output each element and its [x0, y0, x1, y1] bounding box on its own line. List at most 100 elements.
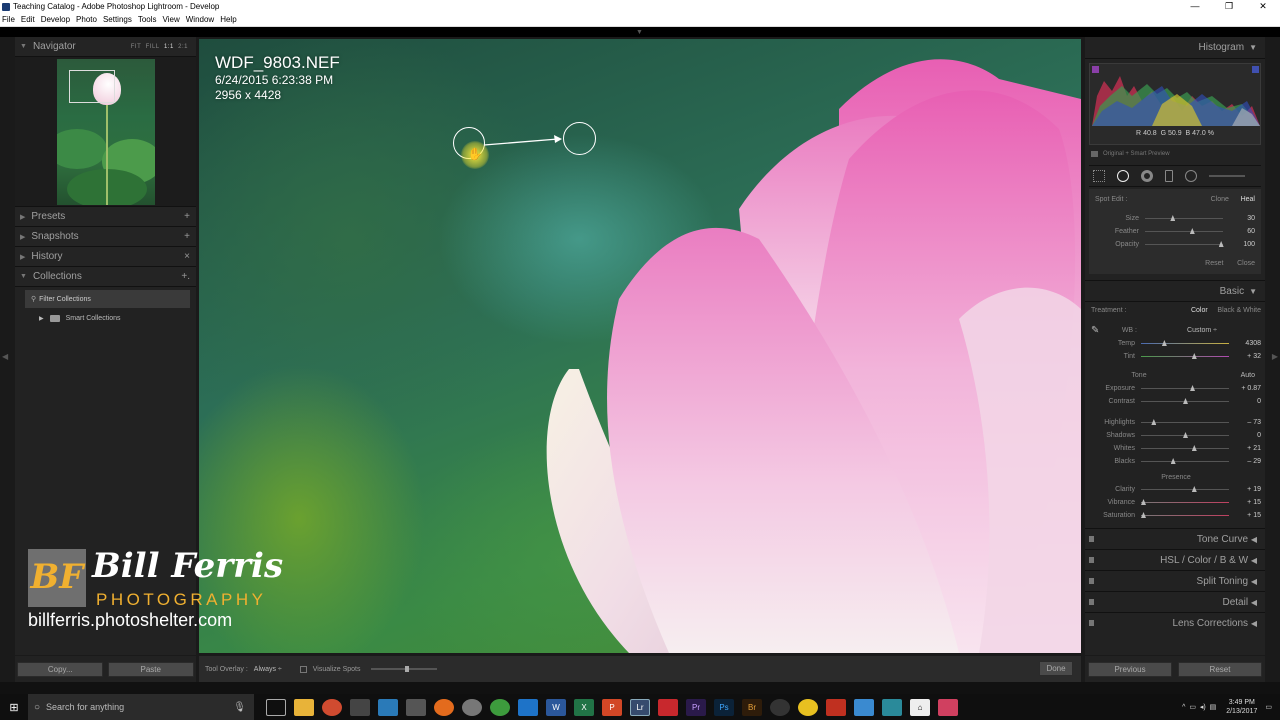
slider-thumb[interactable]	[1183, 432, 1188, 438]
size-slider[interactable]: Size 30	[1095, 212, 1255, 225]
taskbar-search[interactable]: ○ Search for anything 🎙	[28, 694, 254, 720]
collections-header[interactable]: ▼ Collections +.	[15, 267, 196, 287]
slider-value[interactable]: 30	[1231, 215, 1255, 222]
histogram-header[interactable]: Histogram ▼	[1085, 37, 1265, 59]
treatment-color[interactable]: Color	[1191, 307, 1208, 314]
basic-header[interactable]: Basic ▼	[1085, 280, 1265, 302]
menu-develop[interactable]: Develop	[39, 15, 74, 24]
cloud-app-icon[interactable]	[322, 698, 342, 716]
lightroom-icon[interactable]: Lr	[630, 698, 650, 716]
aperture-app-icon[interactable]	[770, 698, 790, 716]
maximize-button[interactable]: ❐	[1212, 0, 1246, 13]
right-panel-edge[interactable]: ▶	[1266, 37, 1280, 682]
photos-app-icon[interactable]	[938, 698, 958, 716]
slider-value[interactable]: 0	[1237, 432, 1261, 439]
filmstrip-toggle[interactable]	[0, 682, 1280, 694]
tool-overlay-select[interactable]: Always ÷	[254, 666, 282, 673]
photoshop-icon[interactable]: Ps	[714, 698, 734, 716]
previous-button[interactable]: Previous	[1088, 661, 1172, 677]
network-icon[interactable]: ▭	[1189, 703, 1196, 711]
menu-photo[interactable]: Photo	[74, 15, 101, 24]
slider-value[interactable]: – 73	[1237, 419, 1261, 426]
panel-switch-icon[interactable]	[1089, 620, 1094, 626]
wb-select[interactable]: Custom ÷	[1143, 327, 1261, 334]
spot-source-circle[interactable]	[563, 122, 596, 155]
navigator-preview[interactable]	[15, 57, 196, 207]
slider-thumb[interactable]	[1190, 385, 1196, 391]
tint-slider[interactable]: Tint + 32	[1091, 350, 1261, 363]
saturation-slider[interactable]: Saturation + 15	[1091, 509, 1261, 522]
quill-app-icon[interactable]	[882, 698, 902, 716]
histogram[interactable]: R 40.8 G 50.9 B 47.0 %	[1089, 63, 1261, 145]
clear-history-button[interactable]: ×	[184, 251, 190, 262]
clone-button[interactable]: Clone	[1211, 196, 1229, 203]
add-snapshot-button[interactable]: +	[184, 231, 190, 242]
eyedropper-icon[interactable]: ✎	[1091, 325, 1111, 336]
crop-tool-icon[interactable]	[1093, 170, 1105, 182]
camera-app-icon[interactable]	[406, 698, 426, 716]
presets-header[interactable]: ▶ Presets +	[15, 207, 196, 227]
menu-file[interactable]: File	[0, 15, 19, 24]
slider-thumb[interactable]	[1141, 512, 1146, 518]
minimize-button[interactable]: —	[1178, 0, 1212, 13]
edge-icon[interactable]	[518, 698, 538, 716]
acrobat-icon[interactable]	[658, 698, 678, 716]
spot-reset-button[interactable]: Reset	[1205, 260, 1223, 267]
blacks-slider[interactable]: Blacks – 29	[1091, 455, 1261, 468]
menu-help[interactable]: Help	[218, 15, 240, 24]
radial-filter-icon[interactable]	[1185, 170, 1197, 182]
slider-thumb[interactable]	[1151, 419, 1157, 425]
filter-collections[interactable]: ⚲ Filter Collections	[25, 290, 190, 308]
temp-slider[interactable]: Temp 4308	[1091, 337, 1261, 350]
copy-button[interactable]: Copy...	[17, 661, 104, 677]
highlights-slider[interactable]: Highlights – 73	[1091, 416, 1261, 429]
slider-thumb[interactable]	[1189, 228, 1195, 234]
microphone-icon[interactable]: 🎙	[233, 702, 246, 713]
opacity-slider[interactable]: Opacity 100	[1095, 238, 1255, 251]
heal-button[interactable]: Heal	[1241, 196, 1255, 203]
paste-button[interactable]: Paste	[107, 661, 194, 677]
menu-tools[interactable]: Tools	[136, 15, 161, 24]
slider-thumb[interactable]	[1191, 353, 1197, 359]
slider-thumb[interactable]	[1191, 486, 1197, 492]
close-window-button[interactable]: ✕	[1246, 0, 1280, 13]
lens-corrections-header[interactable]: Lens Corrections ◀	[1085, 612, 1265, 633]
visualize-spots-checkbox[interactable]	[299, 665, 307, 673]
reset-button[interactable]: Reset	[1178, 661, 1262, 677]
zoom-frame[interactable]	[68, 69, 115, 103]
bridge-icon[interactable]: Br	[742, 698, 762, 716]
tray-expand-icon[interactable]: ^	[1182, 704, 1185, 711]
mail-icon[interactable]	[854, 698, 874, 716]
clarity-slider[interactable]: Clarity + 19	[1091, 483, 1261, 496]
slider-value[interactable]: 100	[1231, 241, 1255, 248]
add-preset-button[interactable]: +	[184, 211, 190, 222]
snapshots-header[interactable]: ▶ Snapshots +	[15, 227, 196, 247]
clock[interactable]: 3:49 PM 2/13/2017	[1226, 698, 1257, 716]
excel-icon[interactable]: X	[574, 698, 594, 716]
slider-value[interactable]: + 0.87	[1237, 385, 1261, 392]
exposure-slider[interactable]: Exposure + 0.87	[1091, 382, 1261, 395]
panel-switch-icon[interactable]	[1089, 557, 1094, 563]
keyboard-icon[interactable]: ▤	[1210, 703, 1217, 711]
whites-slider[interactable]: Whites + 21	[1091, 442, 1261, 455]
spot-removal-tool-icon[interactable]	[1117, 170, 1129, 182]
slider-thumb[interactable]	[1170, 458, 1176, 464]
slider-value[interactable]: + 15	[1237, 512, 1261, 519]
slider-value[interactable]: 60	[1231, 228, 1255, 235]
zoom-1to1[interactable]: 1:1	[164, 44, 174, 50]
contrast-slider[interactable]: Contrast 0	[1091, 395, 1261, 408]
vibrance-slider[interactable]: Vibrance + 15	[1091, 496, 1261, 509]
panel-switch-icon[interactable]	[1089, 578, 1094, 584]
top-panel-toggle[interactable]: ▼	[0, 27, 1280, 37]
firefox-icon[interactable]	[434, 698, 454, 716]
home-icon[interactable]: ⌂	[910, 698, 930, 716]
slider-value[interactable]: + 15	[1237, 499, 1261, 506]
zoom-2to1[interactable]: 2:1	[178, 44, 188, 50]
store-icon[interactable]	[350, 698, 370, 716]
flame-app-icon[interactable]	[826, 698, 846, 716]
menu-window[interactable]: Window	[184, 15, 218, 24]
red-eye-tool-icon[interactable]	[1141, 170, 1153, 182]
feather-slider[interactable]: Feather 60	[1095, 225, 1255, 238]
menu-view[interactable]: View	[161, 15, 184, 24]
graduated-filter-icon[interactable]	[1165, 170, 1173, 182]
